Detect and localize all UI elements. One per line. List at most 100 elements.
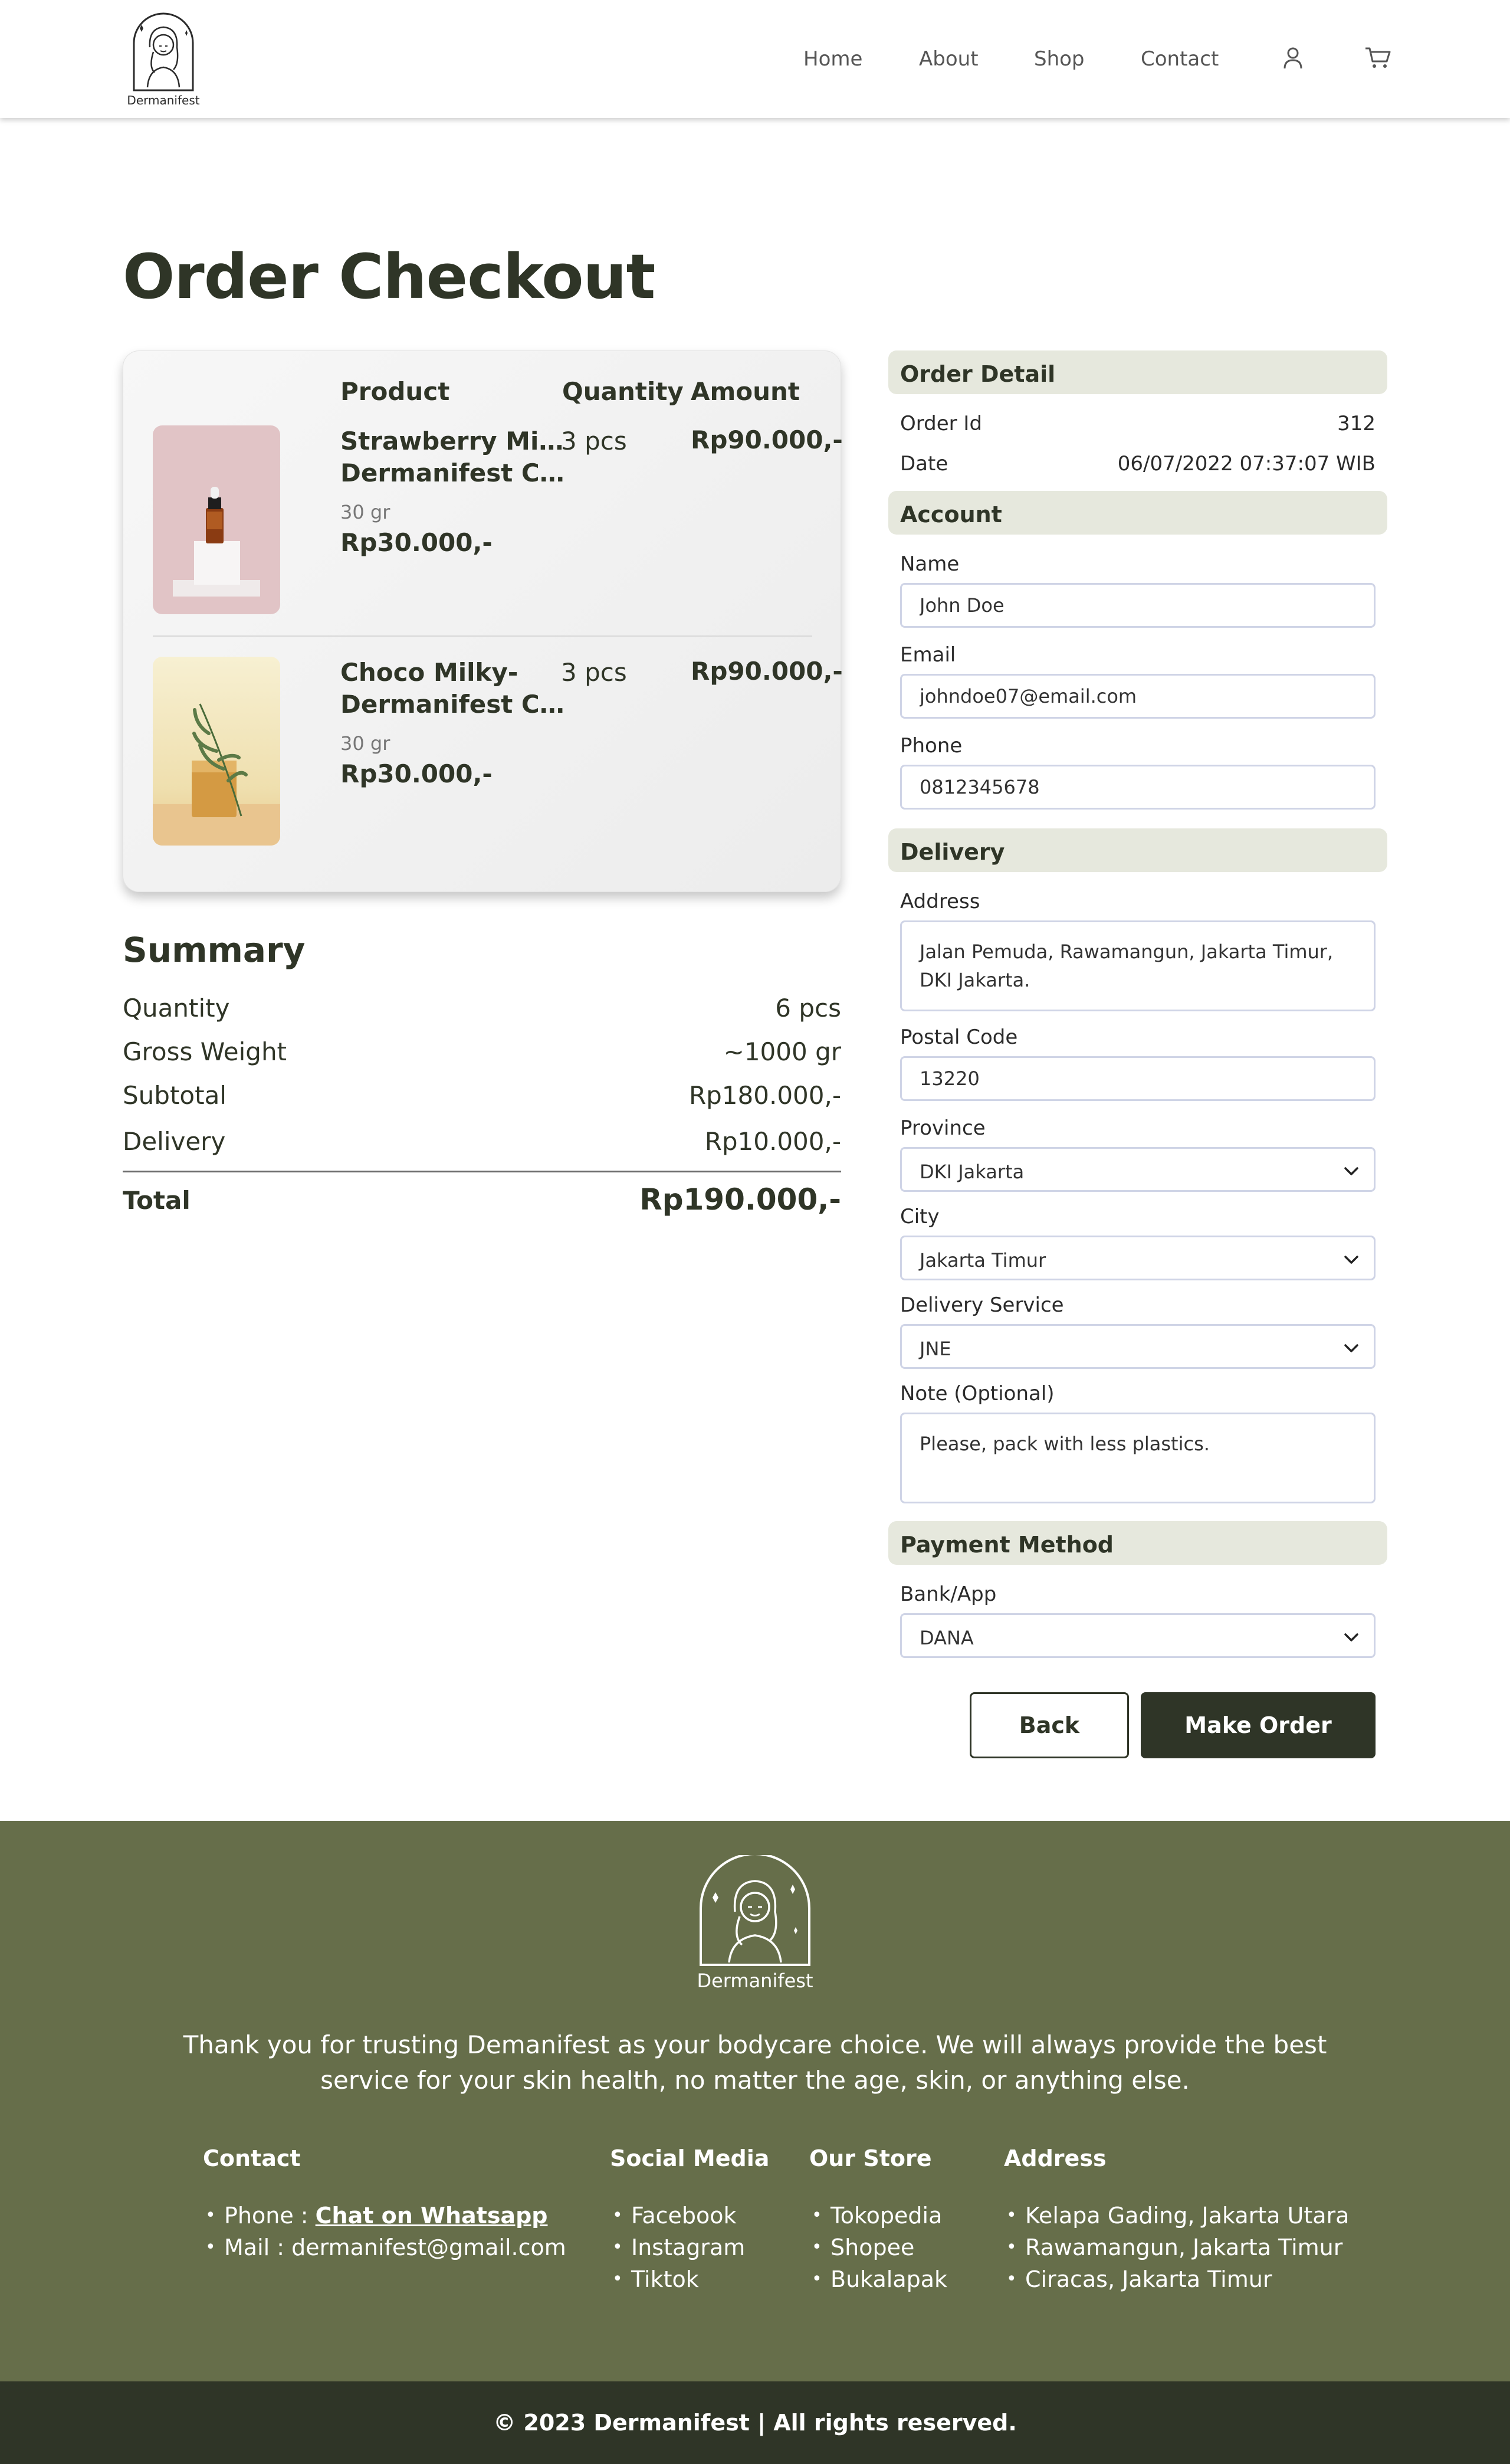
cart-item: Choco Milky- Dermanifest Clas... 30 gr R… [123,657,843,887]
bank-app-label: Bank/App [900,1582,997,1606]
summary-label: Gross Weight [123,1037,287,1066]
city-selected: Jakarta Timur [920,1249,1046,1272]
item-divider [153,635,812,637]
product-image[interactable] [153,657,280,846]
summary-label: Subtotal [123,1081,226,1110]
phone-input[interactable] [900,765,1376,810]
city-label: City [900,1205,940,1228]
product-amount: Rp90.000,- [691,425,843,454]
product-name-line1: Strawberry Milky- [340,427,564,456]
whatsapp-link[interactable]: Chat on Whatsapp [316,2203,548,2229]
footer-tagline: Thank you for trusting Demanifest as you… [177,2027,1333,2098]
product-quantity: 3 pcs [561,658,627,687]
cart-item: Strawberry Milky- Dermanifest Clas... 30… [123,425,843,656]
cart-icon[interactable] [1361,41,1394,74]
brand-logo[interactable]: Dermanifest [125,11,202,110]
site-footer: Dermanifest Thank you for trusting Deman… [0,1821,1510,2381]
postal-code-input[interactable] [900,1056,1376,1101]
address-line2: DKI Jakarta. [920,969,1030,991]
nav-shop[interactable]: Shop [1034,47,1085,71]
user-icon[interactable] [1276,41,1309,74]
product-name-line1: Choco Milky- [340,658,518,687]
address-label: Address [900,890,980,913]
summary-row-gross-weight: Gross Weight ~1000 gr [123,1037,841,1073]
product-price: Rp30.000,- [340,528,493,557]
address-line1: Jalan Pemuda, Rawamangun, Jakarta Timur, [920,941,1334,963]
summary-label: Delivery [123,1127,226,1156]
page-title: Order Checkout [123,241,655,313]
delivery-service-select[interactable]: JNE [900,1324,1376,1369]
footer-contact-column: Contact Phone : Chat on Whatsapp Mail : … [203,2145,566,2263]
chevron-down-icon [1344,1633,1358,1641]
back-button[interactable]: Back [970,1692,1129,1758]
summary-value: Rp10.000,- [704,1127,841,1156]
province-selected: DKI Jakarta [920,1161,1025,1183]
footer-social-column: Social Media Facebook Instagram Tiktok [610,2145,769,2295]
footer-logo[interactable]: Dermanifest [696,1853,814,2003]
city-select[interactable]: Jakarta Timur [900,1236,1376,1280]
delivery-header: Delivery [888,828,1387,872]
logo-illustration-icon [700,1853,810,1966]
summary-value: 6 pcs [775,994,841,1023]
bank-app-select[interactable]: DANA [900,1613,1376,1658]
product-weight: 30 gr [340,732,390,755]
store-link-tokopedia[interactable]: Tokopedia [830,2203,942,2229]
name-input[interactable] [900,583,1376,628]
province-select[interactable]: DKI Jakarta [900,1147,1376,1192]
postal-code-label: Postal Code [900,1025,1018,1049]
note-text: Please, pack with less plastics. [920,1433,1210,1455]
product-image[interactable] [153,425,280,614]
total-label: Total [123,1186,191,1215]
name-label: Name [900,552,960,576]
footer-contact-title: Contact [203,2145,301,2171]
note-label: Note (Optional) [900,1382,1055,1405]
logo-illustration-icon [133,12,194,91]
product-quantity: 3 pcs [561,427,627,456]
column-header-product: Product [340,377,450,406]
product-price: Rp30.000,- [340,759,493,788]
site-header: Dermanifest Home About Shop Contact [0,0,1510,118]
product-name-line2: Dermanifest Clas... [340,690,564,719]
store-link-shopee[interactable]: Shopee [830,2234,914,2260]
make-order-button[interactable]: Make Order [1141,1692,1376,1758]
social-link-facebook[interactable]: Facebook [631,2203,737,2229]
footer-store-title: Our Store [809,2145,932,2171]
footer-address-column: Address Kelapa Gading, Jakarta Utara Raw… [1004,2145,1349,2295]
province-label: Province [900,1116,986,1140]
summary-row-delivery: Delivery Rp10.000,- [123,1127,841,1162]
nav-contact[interactable]: Contact [1141,47,1219,71]
product-name-line2: Dermanifest Clas... [340,458,564,487]
social-link-instagram[interactable]: Instagram [631,2234,745,2260]
order-date-value: 06/07/2022 07:37:07 WIB [1117,452,1376,476]
store-link-bukalapak[interactable]: Bukalapak [830,2266,947,2292]
order-detail-header: Order Detail [888,350,1387,394]
order-date-label: Date [900,452,948,476]
product-name[interactable]: Strawberry Milky- Dermanifest Clas... [340,425,564,489]
address-textarea[interactable]: Jalan Pemuda, Rawamangun, Jakarta Timur,… [900,920,1376,1011]
footer-social-title: Social Media [610,2145,770,2171]
summary-row-quantity: Quantity 6 pcs [123,994,841,1029]
cart-card: Product Quantity Amount Strawberry Milky… [123,350,843,892]
nav-about[interactable]: About [919,47,979,71]
address-item: Rawamangun, Jakarta Timur [1004,2232,1349,2263]
summary-title: Summary [123,930,306,970]
summary-value: Rp180.000,- [688,1081,841,1110]
order-id-value: 312 [1337,412,1376,435]
summary-divider [123,1171,841,1172]
phone-prefix: Phone : [224,2203,316,2229]
copyright-bar: © 2023 Dermanifest | All rights reserved… [0,2381,1510,2464]
note-textarea[interactable]: Please, pack with less plastics. [900,1413,1376,1503]
email-input[interactable] [900,674,1376,719]
social-link-tiktok[interactable]: Tiktok [631,2266,699,2292]
summary-value: ~1000 gr [723,1037,841,1066]
product-name[interactable]: Choco Milky- Dermanifest Clas... [340,657,564,720]
footer-contact-mail: Mail : dermanifest@gmail.com [203,2232,566,2263]
footer-address-title: Address [1004,2145,1107,2171]
footer-store-column: Our Store Tokopedia Shopee Bukalapak [809,2145,947,2295]
delivery-service-label: Delivery Service [900,1293,1064,1317]
tagline-line1: Thank you for trusting Demanifest as you… [183,2030,1327,2059]
column-header-amount: Amount [691,377,800,406]
summary-row-total: Total Rp190.000,- [123,1182,841,1221]
nav-home[interactable]: Home [803,47,862,71]
chevron-down-icon [1344,1256,1358,1264]
